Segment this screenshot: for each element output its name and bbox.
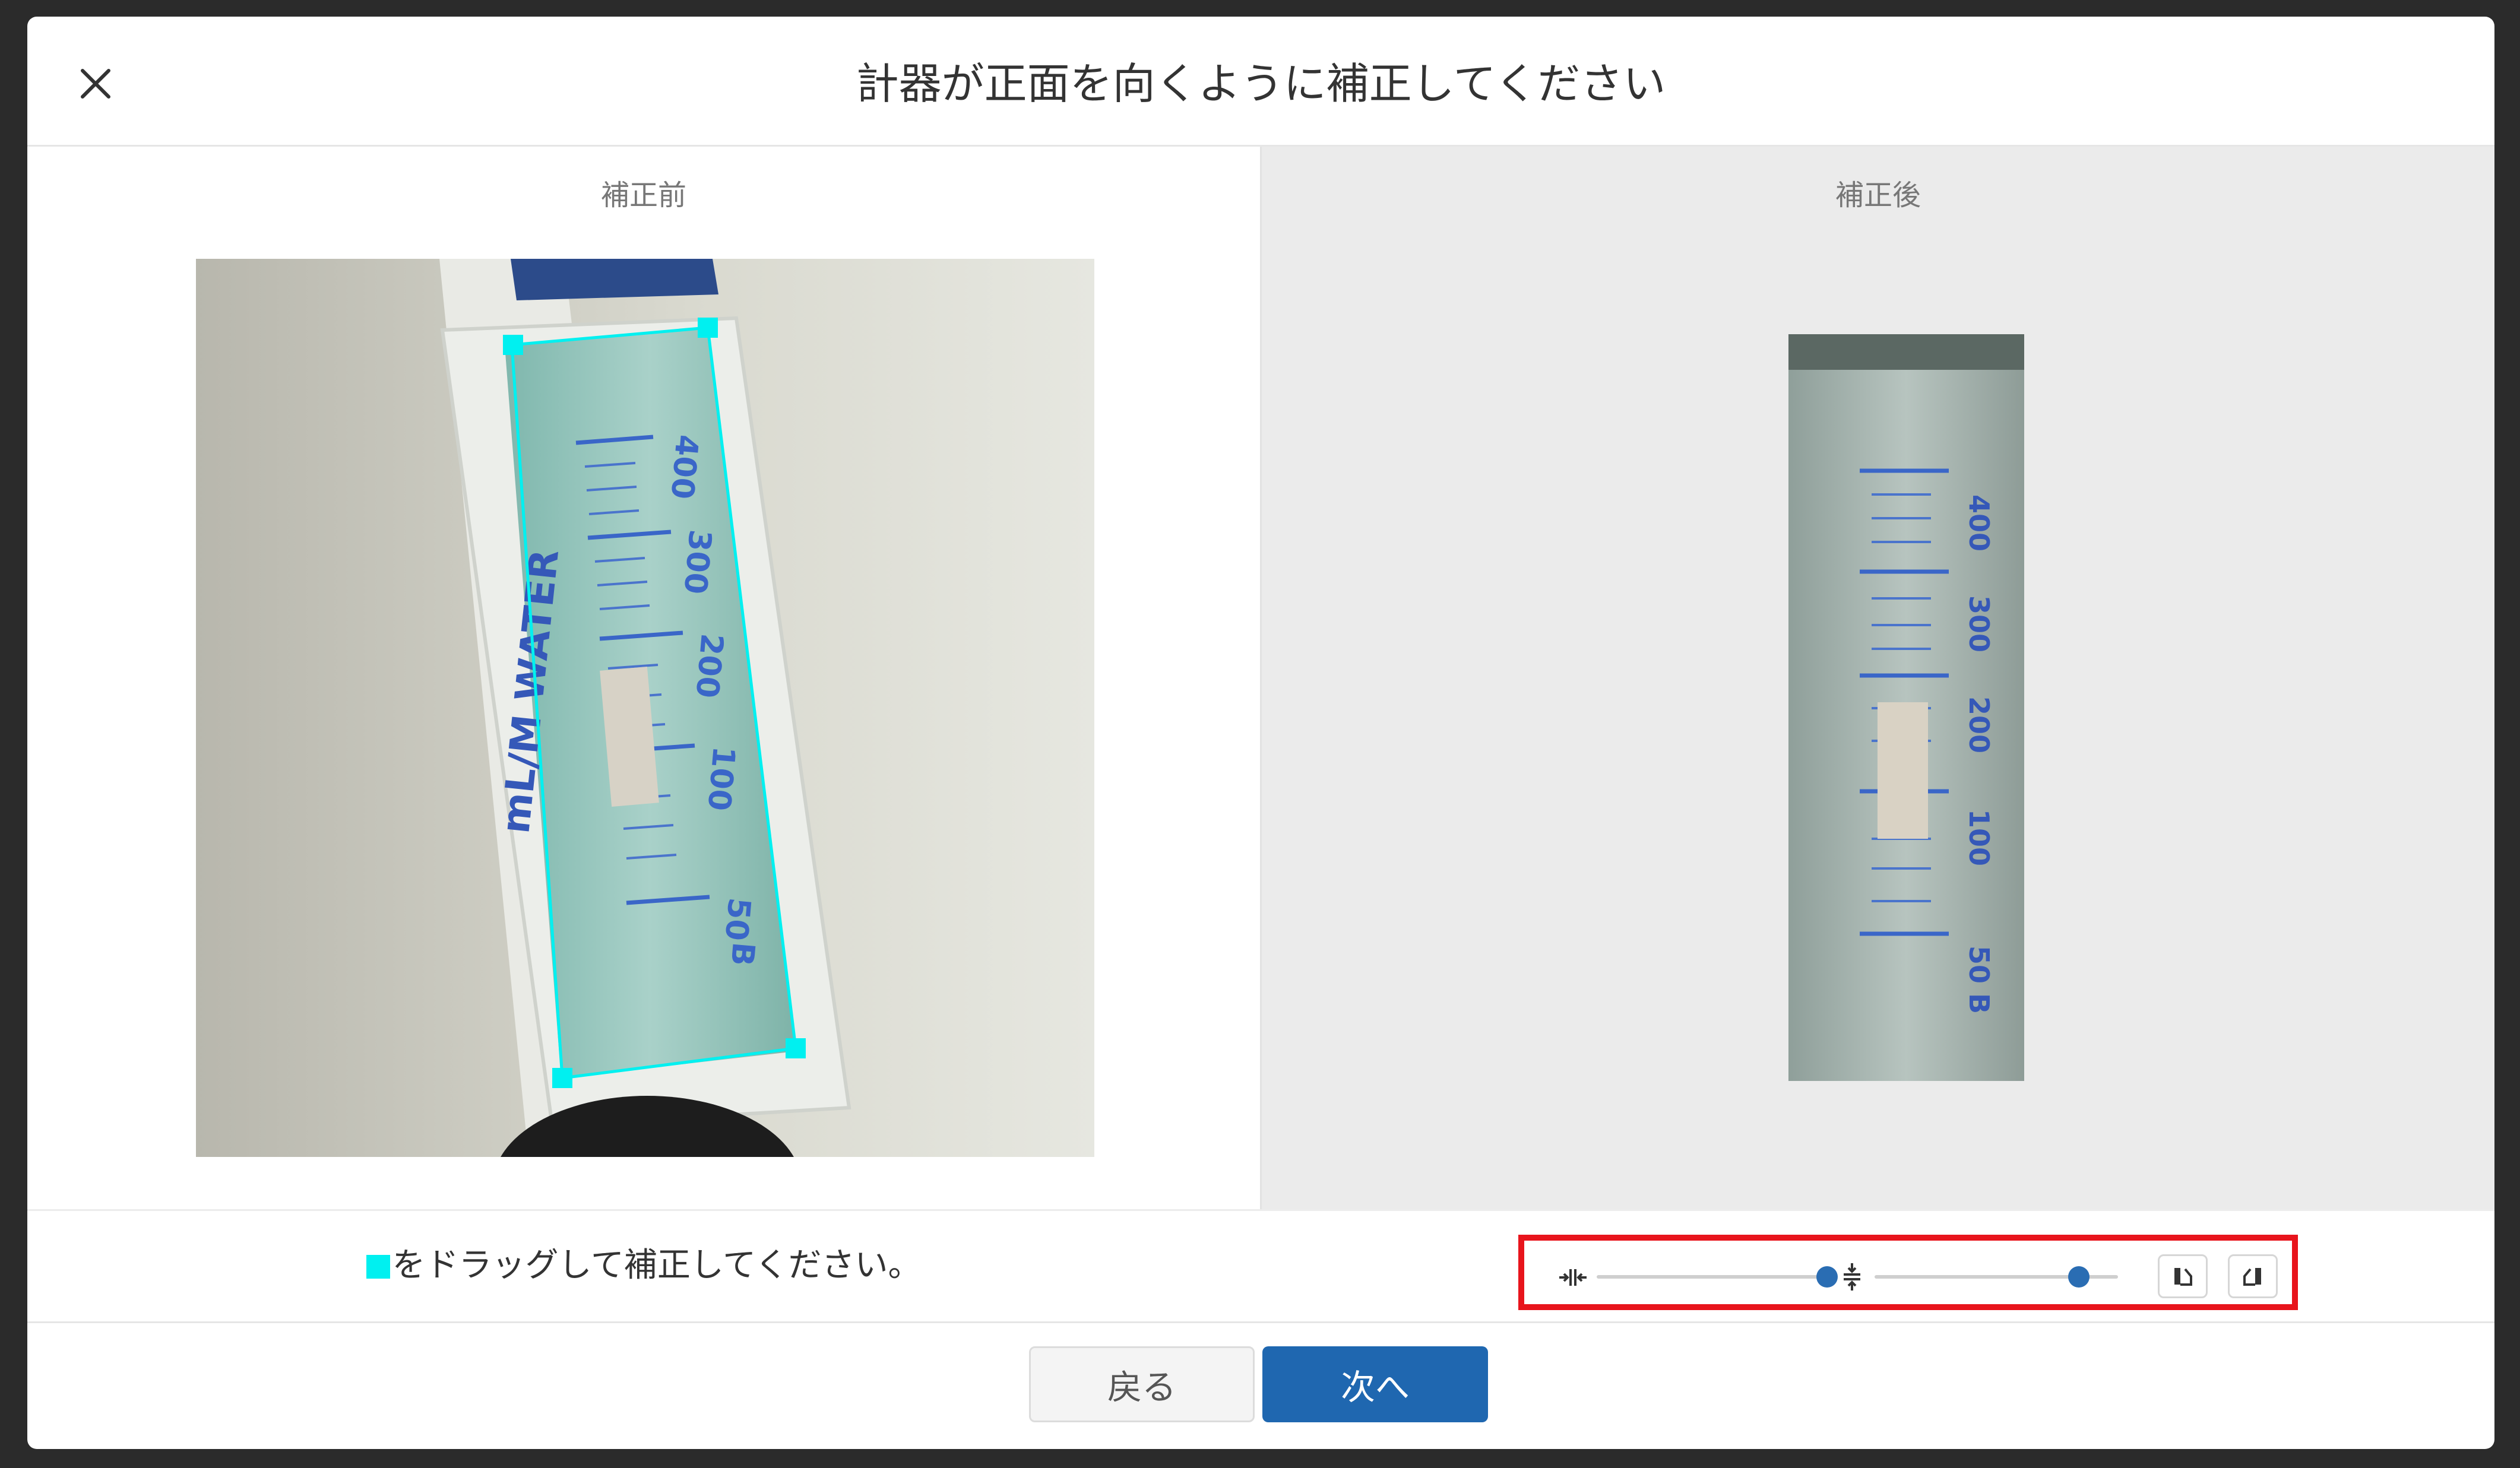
after-scale-50: 50 [1963, 946, 1995, 984]
before-scale-50: 50 [718, 896, 757, 942]
rotate-left-icon [2174, 1268, 2192, 1286]
before-image: mL/M WATER 400 300 200 100 50 B [196, 259, 1094, 1157]
back-button[interactable]: 戻る [1029, 1346, 1255, 1422]
adjust-controls [1518, 1235, 2298, 1310]
before-scale-300: 300 [677, 528, 718, 595]
drag-hint: をドラッグして補正してください。 [27, 1244, 1260, 1287]
before-scale-100: 100 [701, 745, 742, 812]
after-label: 補正後 [1835, 179, 1921, 212]
width-adjust-icon [1559, 1269, 1587, 1286]
next-button[interactable]: 次へ [1262, 1346, 1488, 1422]
width-slider-thumb[interactable] [1816, 1266, 1838, 1288]
before-pane: 補正前 mL/M WATER 400 300 200 100 50 B [27, 147, 1260, 1209]
height-adjust-icon [1844, 1263, 1860, 1291]
handle-top-right[interactable] [698, 318, 718, 338]
before-scale-200: 200 [689, 632, 730, 699]
after-scale-100: 100 [1963, 809, 1995, 866]
before-scale-400: 400 [664, 433, 705, 500]
after-scale-400: 400 [1963, 494, 1995, 551]
dialog-title: 計器が正面を向くように補正してください [856, 59, 1666, 109]
width-slider-track[interactable] [1597, 1275, 1822, 1279]
after-scale-300: 300 [1963, 595, 1995, 652]
after-image: 400 300 200 100 50 B [1788, 334, 2024, 1081]
rotate-right-icon [2243, 1268, 2261, 1286]
dialog-header: 計器が正面を向くように補正してください [27, 17, 2494, 147]
rotate-left-button[interactable] [2158, 1254, 2208, 1298]
height-slider-thumb[interactable] [2068, 1266, 2090, 1288]
after-pane: 補正後 400 300 200 100 50 B [1262, 147, 2494, 1209]
rotate-right-button[interactable] [2228, 1254, 2278, 1298]
flowmeter-photo: mL/M WATER 40030020010050B [196, 259, 1094, 1157]
handle-top-left[interactable] [503, 335, 523, 355]
before-label: 補正前 [600, 179, 686, 212]
drag-hint-text: をドラッグして補正してください。 [392, 1246, 922, 1285]
corrected-photo: 400 300 200 100 50 B [1788, 334, 2024, 1081]
correction-dialog: 計器が正面を向くように補正してください 補正前 mL/M WATER 400 3… [27, 17, 2494, 1449]
after-scale-200: 200 [1963, 696, 1995, 753]
before-scale-letter: B [724, 941, 761, 968]
controls-row: をドラッグして補正してください。 [27, 1209, 2494, 1323]
cyan-square-icon [366, 1255, 390, 1279]
after-scale-letter: B [1963, 993, 1995, 1014]
handle-bottom-left[interactable] [552, 1068, 572, 1088]
handle-bottom-right[interactable] [786, 1038, 806, 1058]
